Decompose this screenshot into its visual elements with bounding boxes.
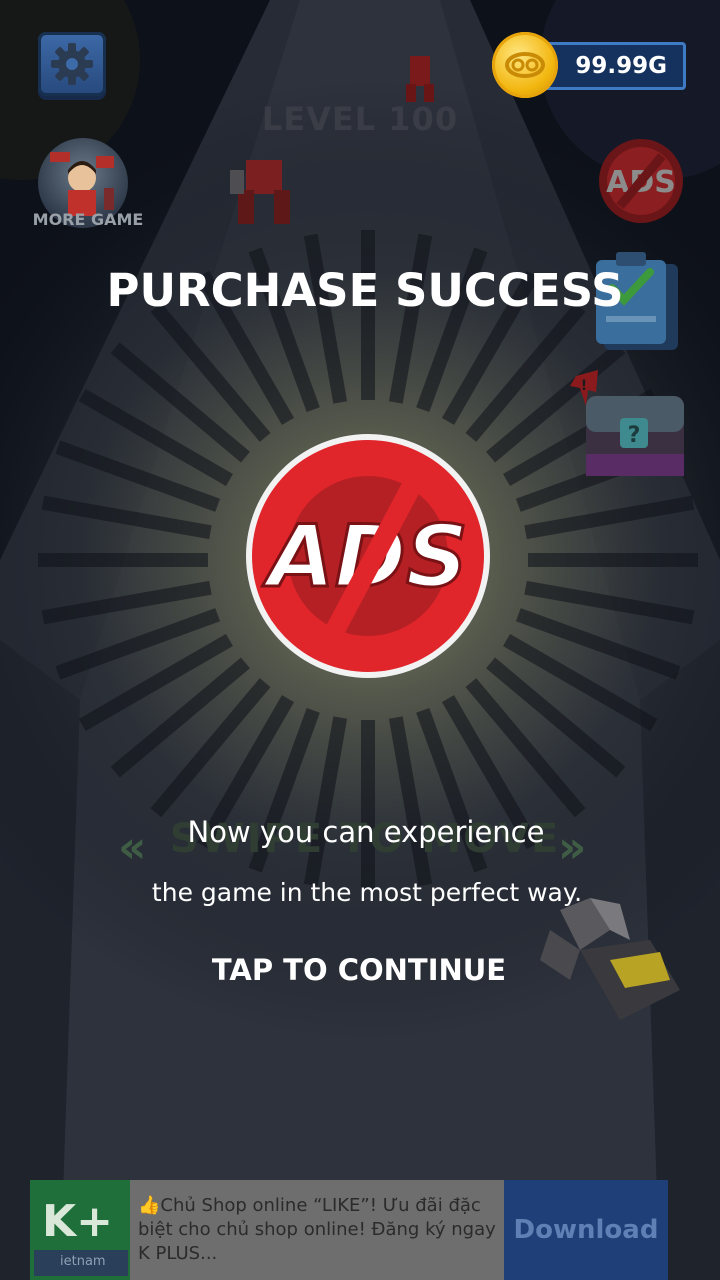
ad-text[interactable]: 👍Chủ Shop online “LIKE”! Ưu đãi đặc biệt… <box>138 1194 498 1266</box>
level-indicator: LEVEL 100 <box>261 100 459 138</box>
ray <box>41 580 212 625</box>
ray <box>110 657 250 778</box>
svg-text:?: ? <box>628 423 641 448</box>
robot-enemy <box>230 160 290 224</box>
tap-to-continue-button[interactable]: TAP TO CONTINUE <box>0 953 718 987</box>
ad-logo-subtext: ietnam <box>60 1254 106 1269</box>
coin-amount: 99.99G <box>575 53 667 79</box>
success-message-line1: Now you can experience <box>187 815 545 849</box>
ray <box>150 302 271 442</box>
ray <box>524 495 695 540</box>
ray <box>465 678 586 818</box>
settings-button[interactable] <box>38 32 106 96</box>
mystery-chest-icon[interactable]: ? ! <box>562 366 688 482</box>
ray <box>41 495 212 540</box>
ray <box>150 678 271 818</box>
coin-icon <box>492 32 558 98</box>
ray <box>303 233 348 404</box>
no-ads-icon[interactable]: ADS <box>596 136 686 226</box>
ad-logo-text: K+ <box>42 1196 113 1247</box>
gear-icon <box>51 43 93 85</box>
game-screen[interactable]: 99.99G LEVEL 100 MORE GAME ADS <box>0 0 720 1280</box>
ray <box>524 580 695 625</box>
ray <box>388 233 433 404</box>
coin-counter: 99.99G <box>538 42 686 90</box>
svg-text:!: ! <box>581 378 587 394</box>
ray <box>486 657 626 778</box>
dialog-title: PURCHASE SUCCESS <box>106 264 624 317</box>
success-message-line2: the game in the most perfect way. <box>151 878 583 907</box>
robot-enemy-far <box>406 56 434 102</box>
no-ads-badge-icon: ADS <box>246 434 490 678</box>
more-game-label[interactable]: MORE GAME <box>18 210 158 229</box>
ray <box>110 342 250 463</box>
ad-download-button[interactable]: Download <box>504 1180 668 1280</box>
